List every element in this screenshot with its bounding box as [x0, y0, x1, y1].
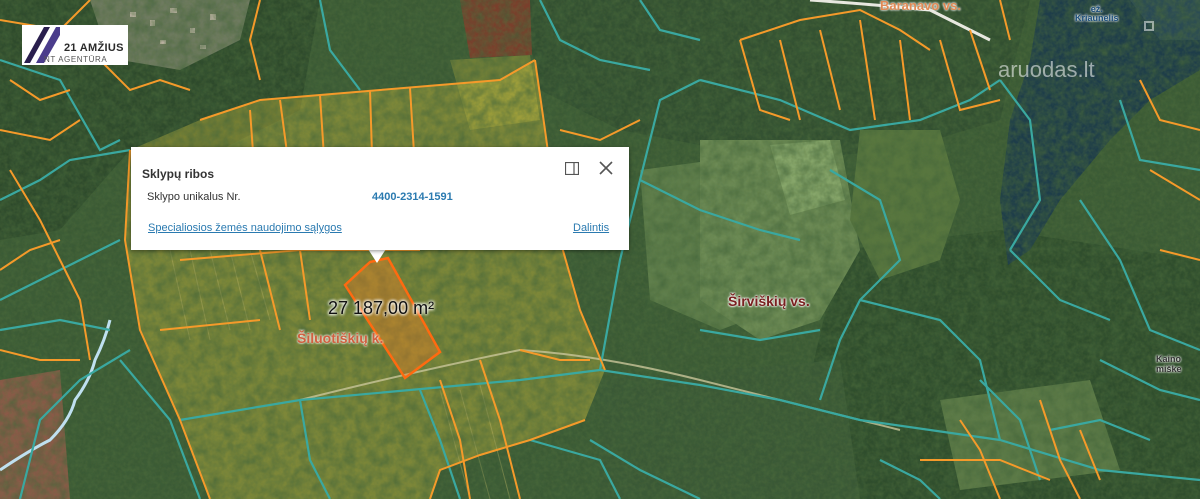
place-label-siluotiskiu: Šiluotiškių k. [297, 330, 384, 346]
place-label-kaino-line2: miške [1156, 364, 1182, 374]
popup-pointer [368, 249, 386, 263]
place-label-kaino: Kaino miške [1156, 354, 1182, 374]
share-link[interactable]: Dalintis [573, 222, 609, 234]
agency-logo: 21 AMŽIUS NT AGENTŪRA [22, 25, 128, 65]
dock-panel-icon[interactable] [565, 162, 579, 175]
logo-subtitle: NT AGENTŪRA [44, 55, 108, 64]
plot-area-label: 27 187,00 m² [328, 298, 435, 318]
place-label-siriskiu: Širviškių vs. [728, 293, 810, 309]
watermark: aruodas.lt [998, 57, 1095, 82]
place-label-baranavo: Baranavo vs. [880, 0, 961, 13]
special-land-use-link[interactable]: Specialiosios žemės naudojimo sąlygos [148, 222, 342, 234]
close-icon[interactable] [598, 160, 614, 176]
parcel-id-value: 4400-2314-1591 [372, 191, 453, 203]
logo-title: 21 AMŽIUS [64, 42, 124, 54]
place-label-kriaunelis-line2: Kriaunelis [1075, 13, 1119, 23]
parcel-id-label: Sklypo unikalus Nr. [147, 191, 241, 203]
place-label-kriaunelis: ež. Kriaunelis [1075, 5, 1119, 23]
parcel-info-popup: Sklypų ribos Sklypo unikalus Nr. 4400-23… [131, 147, 629, 250]
popup-title: Sklypų ribos [142, 167, 215, 181]
place-label-kaino-line1: Kaino [1156, 354, 1182, 364]
